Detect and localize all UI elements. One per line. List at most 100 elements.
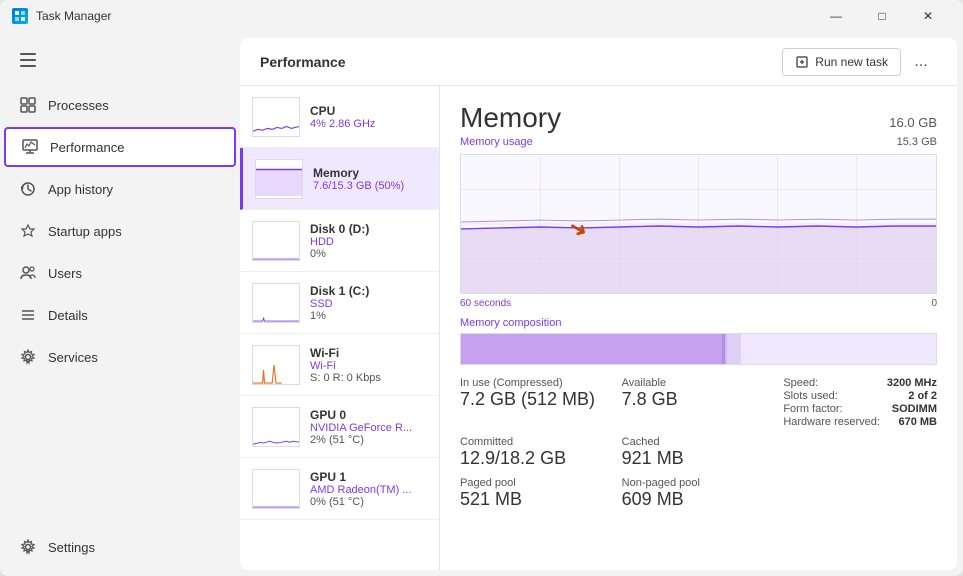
app-icon xyxy=(12,8,28,24)
paged-pool-label: Paged pool xyxy=(460,477,614,489)
composition-label: Memory composition xyxy=(460,317,937,329)
details-icon xyxy=(20,307,36,323)
sidebar-item-performance-label: Performance xyxy=(50,140,124,155)
sidebar-item-settings[interactable]: Settings xyxy=(4,527,236,567)
sidebar-item-app-history-label: App history xyxy=(48,182,113,197)
sidebar-item-details-label: Details xyxy=(48,308,88,323)
stat-placeholder xyxy=(783,436,937,469)
cpu-sub: 4% 2.86 GHz xyxy=(310,118,427,130)
sidebar-item-details[interactable]: Details xyxy=(4,295,236,335)
gpu0-mini-graph xyxy=(252,407,300,447)
memory-mini-graph xyxy=(255,159,303,199)
sidebar-item-app-history[interactable]: App history xyxy=(4,169,236,209)
maximize-button[interactable]: □ xyxy=(859,0,905,32)
sidebar-item-processes[interactable]: Processes xyxy=(4,85,236,125)
committed-label: Committed xyxy=(460,436,614,448)
sidebar-item-users-label: Users xyxy=(48,266,82,281)
sidebar: Processes Performance xyxy=(0,32,240,576)
device-item-memory[interactable]: Memory 7.6/15.3 GB (50%) xyxy=(240,148,439,210)
disk0-val: 0% xyxy=(310,248,427,260)
sidebar-item-startup-apps-label: Startup apps xyxy=(48,224,122,239)
disk1-mini-graph xyxy=(252,283,300,323)
device-info-memory: Memory 7.6/15.3 GB (50%) xyxy=(313,166,427,192)
device-item-cpu[interactable]: CPU 4% 2.86 GHz xyxy=(240,86,439,148)
slots-value: 2 of 2 xyxy=(908,390,937,402)
cpu-mini-graph xyxy=(252,97,300,137)
performance-icon xyxy=(22,139,38,155)
speed-label: Speed: xyxy=(783,377,818,389)
titlebar: Task Manager — □ ✕ xyxy=(0,0,963,32)
device-item-disk1[interactable]: Disk 1 (C:) SSD 1% xyxy=(240,272,439,334)
sidebar-item-settings-label: Settings xyxy=(48,540,95,555)
app-history-icon xyxy=(20,181,36,197)
stat-non-paged-pool: Non-paged pool 609 MB xyxy=(622,477,776,510)
stat-placeholder2 xyxy=(783,477,937,510)
in-use-value: 7.2 GB (512 MB) xyxy=(460,389,614,410)
close-button[interactable]: ✕ xyxy=(905,0,951,32)
device-info-disk1: Disk 1 (C:) SSD 1% xyxy=(310,284,427,322)
memory-header: Memory 16.0 GB xyxy=(460,102,937,134)
device-item-wifi[interactable]: Wi-Fi Wi-Fi S: 0 R: 0 Kbps xyxy=(240,334,439,396)
sidebar-item-startup-apps[interactable]: Startup apps xyxy=(4,211,236,251)
comp-free xyxy=(741,334,936,364)
stat-available: Available 7.8 GB xyxy=(622,377,776,428)
gpu1-sub: AMD Radeon(TM) ... xyxy=(310,484,427,496)
form-value: SODIMM xyxy=(892,403,937,415)
device-info-disk0: Disk 0 (D:) HDD 0% xyxy=(310,222,427,260)
content-area: Processes Performance xyxy=(0,32,963,576)
time-val: 0 xyxy=(931,298,937,309)
main-header: Performance Run new task ... xyxy=(240,38,957,86)
memory-usage-val: 15.3 GB xyxy=(897,136,937,148)
sidebar-item-processes-label: Processes xyxy=(48,98,109,113)
device-info-gpu1: GPU 1 AMD Radeon(TM) ... 0% (51 °C) xyxy=(310,470,427,508)
gpu0-sub: NVIDIA GeForce R... xyxy=(310,422,427,434)
stat-cached: Cached 921 MB xyxy=(622,436,776,469)
device-item-gpu1[interactable]: GPU 1 AMD Radeon(TM) ... 0% (51 °C) xyxy=(240,458,439,520)
task-manager-window: Task Manager — □ ✕ xyxy=(0,0,963,576)
disk0-name: Disk 0 (D:) xyxy=(310,222,427,236)
settings-icon xyxy=(20,539,36,555)
processes-icon xyxy=(20,97,36,113)
memory-total: 16.0 GB xyxy=(889,115,937,130)
memory-graph xyxy=(460,154,937,294)
hamburger-button[interactable] xyxy=(8,40,48,80)
disk1-val: 1% xyxy=(310,310,427,322)
more-options-button[interactable]: ... xyxy=(905,46,937,78)
device-info-wifi: Wi-Fi Wi-Fi S: 0 R: 0 Kbps xyxy=(310,346,427,384)
minimize-button[interactable]: — xyxy=(813,0,859,32)
run-new-task-button[interactable]: Run new task xyxy=(782,48,901,76)
speed-value: 3200 MHz xyxy=(887,377,937,389)
available-label: Available xyxy=(622,377,776,389)
form-label: Form factor: xyxy=(783,403,842,415)
comp-in-use xyxy=(461,334,722,364)
stat-committed: Committed 12.9/18.2 GB xyxy=(460,436,614,469)
stat-right: Speed: 3200 MHz Slots used: 2 of 2 Form … xyxy=(783,377,937,428)
sidebar-item-users[interactable]: Users xyxy=(4,253,236,293)
non-paged-pool-value: 609 MB xyxy=(622,489,776,510)
cached-value: 921 MB xyxy=(622,448,776,469)
disk1-name: Disk 1 (C:) xyxy=(310,284,427,298)
device-info-cpu: CPU 4% 2.86 GHz xyxy=(310,104,427,130)
gpu1-val: 0% (51 °C) xyxy=(310,496,427,508)
cached-label: Cached xyxy=(622,436,776,448)
paged-pool-value: 521 MB xyxy=(460,489,614,510)
sidebar-item-performance[interactable]: Performance xyxy=(4,127,236,167)
gpu0-name: GPU 0 xyxy=(310,408,427,422)
memory-sub: 7.6/15.3 GB (50%) xyxy=(313,180,427,192)
wifi-val: S: 0 R: 0 Kbps xyxy=(310,372,427,384)
main-body: CPU 4% 2.86 GHz Memory xyxy=(240,86,957,570)
in-use-label: In use (Compressed) xyxy=(460,377,614,389)
device-info-gpu0: GPU 0 NVIDIA GeForce R... 2% (51 °C) xyxy=(310,408,427,446)
cpu-name: CPU xyxy=(310,104,427,118)
memory-title: Memory xyxy=(460,102,561,134)
device-item-disk0[interactable]: Disk 0 (D:) HDD 0% xyxy=(240,210,439,272)
device-item-gpu0[interactable]: GPU 0 NVIDIA GeForce R... 2% (51 °C) xyxy=(240,396,439,458)
sidebar-item-services[interactable]: Services xyxy=(4,337,236,377)
window-title: Task Manager xyxy=(36,9,805,23)
startup-apps-icon xyxy=(20,223,36,239)
available-value: 7.8 GB xyxy=(622,389,776,410)
memory-name: Memory xyxy=(313,166,427,180)
comp-standby xyxy=(727,334,741,364)
wifi-sub: Wi-Fi xyxy=(310,360,427,372)
main-title: Performance xyxy=(260,54,782,70)
